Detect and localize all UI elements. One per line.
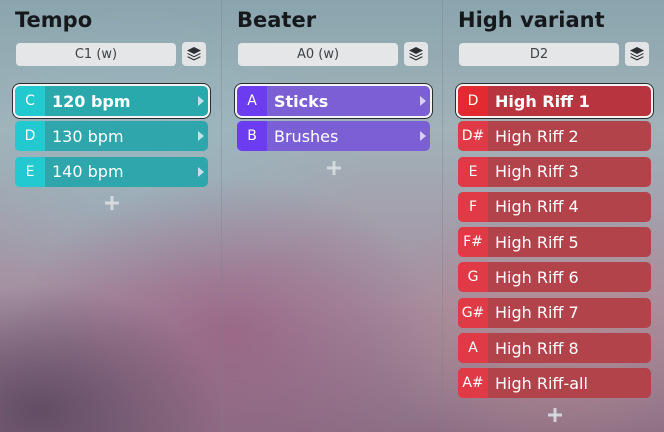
plus-icon [104, 195, 119, 210]
item-key: G# [458, 297, 488, 328]
item-label: High Riff 5 [495, 232, 579, 252]
tempo-item-e[interactable]: E 140 bpm [15, 156, 208, 187]
riff-item-g-sharp[interactable]: G# High Riff 7 [458, 297, 651, 328]
beater-add-button[interactable] [237, 157, 430, 179]
high-variant-column: High variant D2 D High Riff 1 D# High Ri… [442, 0, 663, 432]
chevron-right-icon [420, 96, 426, 106]
item-label: 130 bpm [52, 126, 124, 146]
riff-item-a-sharp[interactable]: A# High Riff-all [458, 368, 651, 399]
column-title-beater: Beater [237, 8, 317, 32]
high-variant-selector[interactable]: D2 [459, 43, 619, 66]
chevron-right-icon [198, 131, 204, 142]
item-key: D [458, 86, 488, 116]
chevron-right-icon [198, 96, 204, 106]
tempo-column: Tempo C1 (w) C 120 bpm D 130 bpm E 140 b… [0, 0, 220, 432]
tempo-item-d[interactable]: D 130 bpm [15, 121, 208, 152]
chevron-right-icon [420, 131, 426, 142]
item-label: High Riff 4 [495, 197, 579, 217]
layers-icon [630, 47, 644, 61]
high-variant-layers-button[interactable] [625, 42, 649, 66]
item-key: G [458, 262, 488, 293]
beater-layers-button[interactable] [404, 42, 428, 66]
beater-list: A Sticks B Brushes [237, 86, 430, 179]
high-variant-list: D High Riff 1 D# High Riff 2 E High Riff… [458, 86, 651, 426]
tempo-selector[interactable]: C1 (w) [16, 43, 176, 66]
layers-icon [187, 47, 201, 61]
riff-item-d-sharp[interactable]: D# High Riff 2 [458, 121, 651, 152]
item-label: High Riff 2 [495, 126, 579, 146]
column-title-tempo: Tempo [15, 8, 93, 32]
column-title-high-variant: High variant [458, 8, 605, 32]
item-key: F# [458, 227, 488, 258]
item-label: Sticks [274, 91, 329, 111]
item-label: High Riff 7 [495, 303, 579, 323]
tempo-add-button[interactable] [15, 192, 208, 214]
item-key: E [15, 156, 45, 187]
item-key: A# [458, 368, 488, 399]
item-key: F [458, 191, 488, 222]
beater-column: Beater A0 (w) A Sticks B Brushes [221, 0, 442, 432]
beater-item-b[interactable]: B Brushes [237, 121, 430, 152]
tempo-item-c[interactable]: C 120 bpm [15, 86, 208, 116]
item-label: 140 bpm [52, 162, 124, 182]
beater-item-a[interactable]: A Sticks [237, 86, 430, 116]
item-label: High Riff 1 [495, 91, 590, 111]
item-key: D [15, 121, 45, 152]
riff-item-f[interactable]: F High Riff 4 [458, 191, 651, 222]
item-key: A [458, 333, 488, 364]
item-key: D# [458, 121, 488, 152]
item-label: High Riff 3 [495, 162, 579, 182]
chevron-right-icon [198, 166, 204, 177]
layers-icon [409, 47, 423, 61]
beater-selector[interactable]: A0 (w) [238, 43, 398, 66]
item-key: B [237, 121, 267, 152]
tempo-list: C 120 bpm D 130 bpm E 140 bpm [15, 86, 208, 214]
riff-item-f-sharp[interactable]: F# High Riff 5 [458, 227, 651, 258]
item-key: A [237, 86, 267, 116]
item-key: C [15, 86, 45, 116]
riff-item-g[interactable]: G High Riff 6 [458, 262, 651, 293]
item-label: High Riff 8 [495, 338, 579, 358]
plus-icon [326, 160, 341, 175]
high-variant-add-button[interactable] [458, 404, 651, 426]
riff-item-e[interactable]: E High Riff 3 [458, 156, 651, 187]
item-label: Brushes [274, 126, 339, 146]
tempo-layers-button[interactable] [182, 42, 206, 66]
item-label: 120 bpm [52, 91, 131, 111]
item-label: High Riff 6 [495, 267, 579, 287]
riff-item-a[interactable]: A High Riff 8 [458, 333, 651, 364]
riff-item-d[interactable]: D High Riff 1 [458, 86, 651, 116]
item-key: E [458, 156, 488, 187]
item-label: High Riff-all [495, 373, 588, 393]
plus-icon [547, 407, 562, 422]
